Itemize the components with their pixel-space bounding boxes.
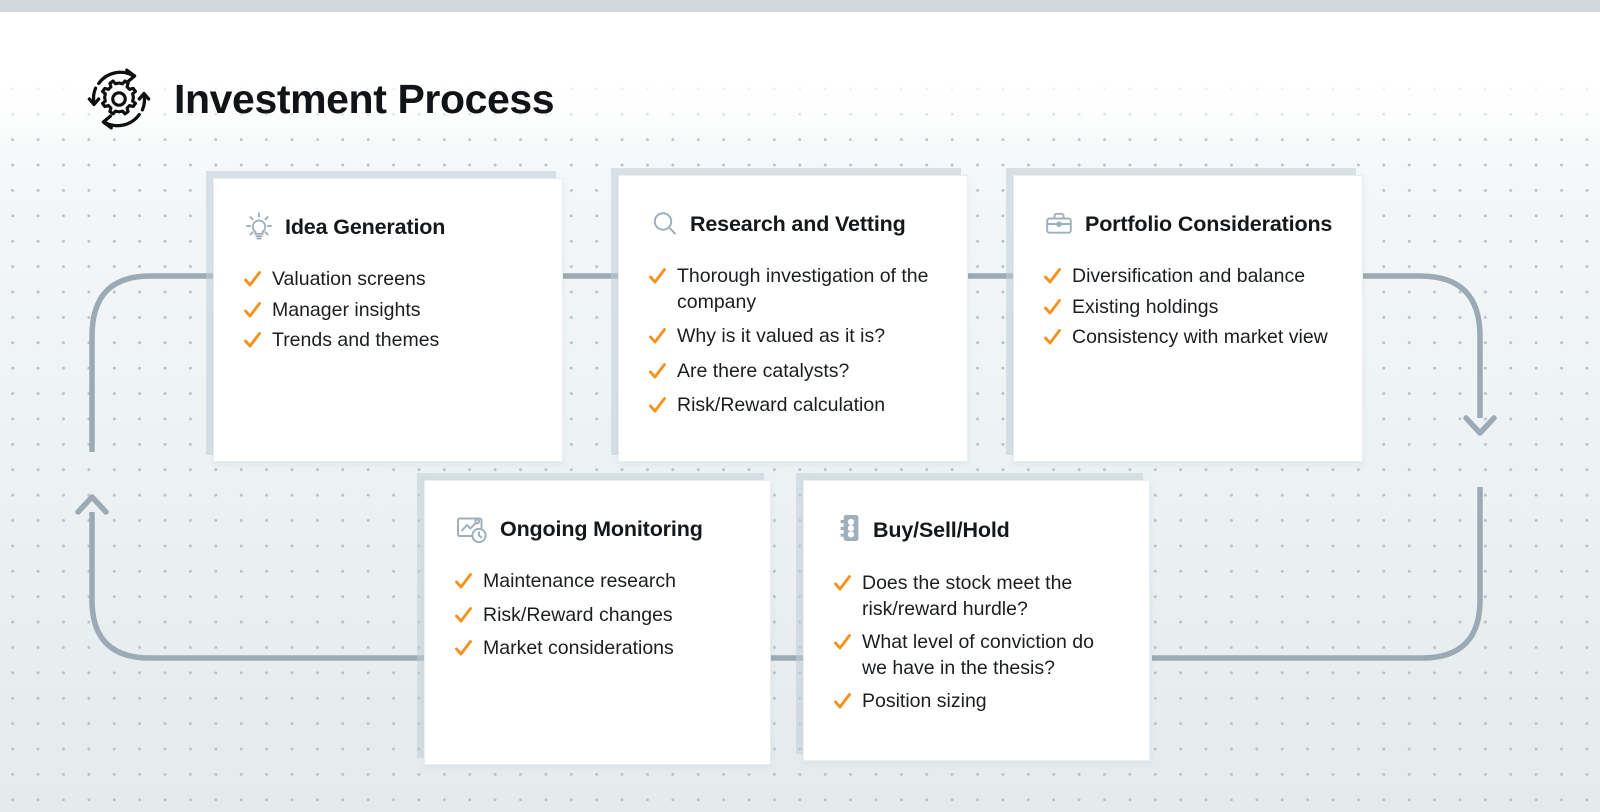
card-item-list: Thorough investigation of the company Wh… bbox=[649, 264, 941, 419]
card-header: Research and Vetting bbox=[649, 206, 941, 242]
card-item-list: Valuation screens Manager insights Trend… bbox=[244, 267, 536, 354]
checkmark-icon bbox=[455, 606, 472, 622]
connector-portfolio-down bbox=[1363, 273, 1483, 418]
list-item-text: Does the stock meet the risk/reward hurd… bbox=[862, 572, 1073, 620]
card-portfolio-considerations[interactable]: Portfolio Considerations Diversification… bbox=[1013, 175, 1363, 462]
card-title: Buy/Sell/Hold bbox=[873, 517, 1010, 542]
checkmark-icon bbox=[244, 332, 261, 348]
list-item: Position sizing bbox=[834, 689, 1123, 715]
list-item: Are there catalysts? bbox=[649, 359, 941, 385]
list-item: Trends and themes bbox=[244, 328, 536, 354]
card-title: Idea Generation bbox=[285, 214, 446, 239]
checkmark-icon bbox=[649, 397, 666, 413]
list-item: Maintenance research bbox=[455, 569, 744, 595]
card-research-and-vetting[interactable]: Research and Vetting Thorough investigat… bbox=[618, 175, 968, 462]
list-item: Consistency with market view bbox=[1044, 325, 1336, 351]
card-header: Ongoing Monitoring bbox=[455, 511, 744, 547]
card-ongoing-monitoring[interactable]: Ongoing Monitoring Maintenance research … bbox=[424, 480, 771, 765]
card-title: Ongoing Monitoring bbox=[500, 516, 703, 541]
list-item: Why is it valued as it is? bbox=[649, 324, 941, 350]
list-item-text: Why is it valued as it is? bbox=[677, 325, 886, 347]
chart-clock-icon bbox=[457, 517, 487, 544]
list-item: Diversification and balance bbox=[1044, 264, 1336, 290]
infographic-canvas: Investment Process Idea Generation Valua… bbox=[0, 0, 1600, 812]
list-item-text: Consistency with market view bbox=[1072, 326, 1328, 348]
checkmark-icon bbox=[649, 268, 666, 284]
checkmark-icon bbox=[649, 362, 666, 378]
card-title: Research and Vetting bbox=[690, 211, 906, 236]
list-item: Valuation screens bbox=[244, 267, 536, 293]
top-accent-band bbox=[0, 0, 1600, 12]
page-title: Investment Process bbox=[174, 75, 555, 122]
checkmark-icon bbox=[1044, 329, 1061, 345]
list-item: Existing holdings bbox=[1044, 295, 1336, 321]
connector-down-to-buysell bbox=[1152, 487, 1483, 661]
circular-arrows-gear-icon bbox=[87, 68, 151, 130]
list-item: Does the stock meet the risk/reward hurd… bbox=[834, 571, 1123, 622]
traffic-light-icon bbox=[840, 515, 859, 541]
list-item-text: Market considerations bbox=[483, 637, 674, 659]
list-item-text: Thorough investigation of the company bbox=[677, 265, 929, 313]
lightbulb-icon bbox=[246, 212, 272, 240]
magnifying-glass-icon bbox=[653, 212, 676, 235]
checkmark-icon bbox=[455, 640, 472, 656]
list-item-text: Existing holdings bbox=[1072, 295, 1219, 318]
card-item-list: Maintenance research Risk/Reward changes… bbox=[455, 569, 744, 662]
arrowhead-up-icon bbox=[75, 494, 109, 515]
card-title: Portfolio Considerations bbox=[1085, 211, 1333, 236]
list-item-text: Trends and themes bbox=[272, 329, 440, 351]
checkmark-icon bbox=[244, 301, 261, 317]
checkmark-icon bbox=[1044, 268, 1061, 284]
arrowhead-down-icon bbox=[1463, 415, 1497, 436]
card-buy-sell-hold[interactable]: Buy/Sell/Hold Does the stock meet the ri… bbox=[803, 480, 1150, 761]
list-item-text: Maintenance research bbox=[483, 570, 676, 592]
card-header: Idea Generation bbox=[244, 209, 536, 245]
card-header: Buy/Sell/Hold bbox=[834, 511, 1123, 549]
list-item: Risk/Reward changes bbox=[455, 603, 744, 629]
list-item-text: Risk/Reward changes bbox=[483, 603, 673, 626]
list-item-text: Risk/Reward calculation bbox=[677, 394, 886, 416]
list-item-text: Diversification and balance bbox=[1072, 265, 1306, 287]
checkmark-icon bbox=[834, 634, 851, 650]
checkmark-icon bbox=[649, 328, 666, 344]
checkmark-icon bbox=[834, 693, 851, 709]
connector-left-up-to-idea bbox=[89, 273, 213, 452]
list-item: Thorough investigation of the company bbox=[649, 264, 941, 315]
list-item-text: Are there catalysts? bbox=[677, 359, 850, 382]
checkmark-icon bbox=[455, 573, 472, 589]
connector-bottom-to-left bbox=[89, 512, 424, 661]
list-item-text: Manager insights bbox=[272, 298, 421, 321]
list-item-text: Valuation screens bbox=[272, 268, 426, 290]
checkmark-icon bbox=[1044, 298, 1061, 314]
checkmark-icon bbox=[834, 575, 851, 591]
list-item: Market considerations bbox=[455, 636, 744, 662]
checkmark-icon bbox=[244, 271, 261, 287]
list-item: Manager insights bbox=[244, 298, 536, 324]
page-header: Investment Process bbox=[80, 60, 555, 138]
list-item: Risk/Reward calculation bbox=[649, 393, 941, 419]
list-item-text: What level of conviction do we have in t… bbox=[862, 631, 1094, 679]
list-item-text: Position sizing bbox=[862, 690, 987, 712]
briefcase-icon bbox=[1046, 212, 1072, 234]
card-item-list: Does the stock meet the risk/reward hurd… bbox=[834, 571, 1123, 715]
list-item: What level of conviction do we have in t… bbox=[834, 630, 1123, 681]
card-item-list: Diversification and balance Existing hol… bbox=[1044, 264, 1336, 351]
card-header: Portfolio Considerations bbox=[1044, 206, 1336, 242]
card-idea-generation[interactable]: Idea Generation Valuation screens Manage… bbox=[213, 178, 563, 462]
